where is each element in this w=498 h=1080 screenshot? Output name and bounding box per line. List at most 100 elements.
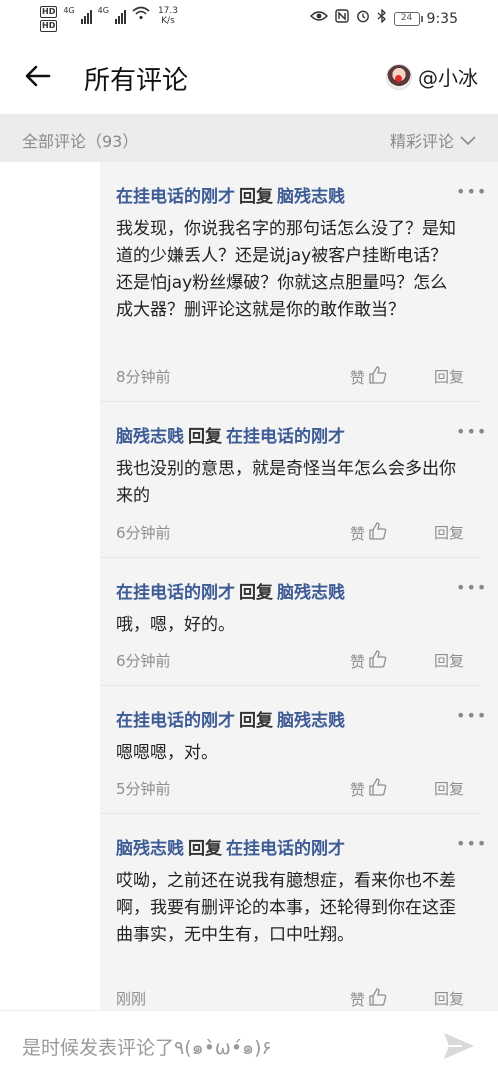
- like-button[interactable]: 赞: [350, 778, 387, 800]
- reply-item: 在挂电话的刚才 回复 脑残志贱 ••• 我发现，你说我名字的那句话怎么没了？是知道的…: [100, 162, 486, 402]
- reply-verb: 回复: [239, 583, 273, 603]
- thread-gutter: [0, 162, 100, 1010]
- signal-icon: [80, 6, 92, 24]
- like-button[interactable]: 赞: [350, 522, 387, 544]
- reply-text: 哎呦，之前还在说我有臆想症，看来你也不差啊，我要有删评论的本事，还轮得到你在这歪…: [116, 871, 456, 945]
- like-label[interactable]: 赞: [350, 989, 365, 1010]
- status-left: HD HD 4G 4G 17.3 K/s: [40, 6, 178, 32]
- reply-author[interactable]: 在挂电话的刚才: [116, 187, 235, 207]
- like-label[interactable]: 赞: [350, 779, 365, 800]
- sort-label[interactable]: 精彩评论: [390, 128, 454, 152]
- nfc-icon: [334, 9, 349, 28]
- reply-button[interactable]: 回复: [434, 522, 464, 543]
- reply-target[interactable]: 在挂电话的刚才: [226, 427, 345, 447]
- reply-button[interactable]: 回复: [434, 778, 464, 799]
- comment-input[interactable]: 是时候发表评论了٩(๑•̀ω•́๑)۶: [22, 1033, 422, 1063]
- reply-button[interactable]: 回复: [434, 650, 464, 671]
- net-speed: 17.3 K/s: [158, 6, 178, 26]
- reply-time: 刚刚: [116, 990, 147, 1008]
- like-button[interactable]: 赞: [350, 988, 387, 1010]
- hd-badge: HD: [40, 6, 58, 18]
- reply-author[interactable]: 在挂电话的刚才: [116, 583, 235, 603]
- reply-footer: 刚刚 赞 回复: [116, 988, 464, 1010]
- status-bar: HD HD 4G 4G 17.3 K/s 24 9:35: [0, 0, 498, 38]
- reply-target[interactable]: 脑残志贱: [277, 711, 345, 731]
- more-options-icon[interactable]: •••: [456, 578, 486, 598]
- reply-text: 哦，嗯，好的。: [116, 615, 235, 635]
- reply-header: 在挂电话的刚才 回复 脑残志贱: [116, 706, 345, 731]
- bluetooth-icon: [377, 8, 387, 28]
- reply-text: 嗯嗯嗯，对。: [116, 743, 218, 763]
- reply-button[interactable]: 回复: [434, 366, 464, 387]
- thumbs-up-icon[interactable]: [369, 522, 387, 544]
- eye-icon: [309, 10, 328, 27]
- thumbs-up-icon[interactable]: [369, 988, 387, 1010]
- comment-filter-bar: 全部评论（93） 精彩评论: [0, 114, 498, 162]
- reply-item: 脑残志贱 回复 在挂电话的刚才 ••• 哎呦，之前还在说我有臆想症，看来你也不差啊，…: [100, 814, 486, 1010]
- chevron-down-icon: [460, 131, 476, 150]
- reply-footer: 6分钟前 赞 回复: [116, 650, 464, 672]
- reply-author[interactable]: 在挂电话的刚才: [116, 711, 235, 731]
- reply-button[interactable]: 回复: [434, 988, 464, 1009]
- reply-item: 在挂电话的刚才 回复 脑残志贱 ••• 嗯嗯嗯，对。 5分钟前 赞 回复: [100, 686, 486, 814]
- reply-header: 脑残志贱 回复 在挂电话的刚才: [116, 834, 345, 859]
- like-button[interactable]: 赞: [350, 366, 387, 388]
- page-title: 所有评论: [84, 66, 189, 96]
- reply-header: 在挂电话的刚才 回复 脑残志贱: [116, 182, 345, 207]
- like-label[interactable]: 赞: [350, 367, 365, 388]
- more-options-icon[interactable]: •••: [456, 422, 486, 442]
- reply-text: 我发现，你说我名字的那句话怎么没了？是知道的少嫌丢人？还是说jay被客户挂断电话…: [116, 219, 456, 320]
- reply-time: 6分钟前: [116, 524, 171, 542]
- reply-verb: 回复: [239, 187, 273, 207]
- reply-target[interactable]: 脑残志贱: [277, 583, 345, 603]
- more-options-icon[interactable]: •••: [456, 834, 486, 854]
- comment-thread: 在挂电话的刚才 回复 脑残志贱 ••• 我发现，你说我名字的那句话怎么没了？是知道的…: [0, 162, 498, 1010]
- back-arrow-icon[interactable]: [22, 60, 54, 92]
- signal-type-2: 4G: [97, 6, 109, 15]
- reply-header: 在挂电话的刚才 回复 脑残志贱: [116, 578, 345, 603]
- signal-icon-2: [114, 6, 126, 24]
- more-options-icon[interactable]: •••: [456, 706, 486, 726]
- like-label[interactable]: 赞: [350, 523, 365, 544]
- like-label[interactable]: 赞: [350, 651, 365, 672]
- signal-type-1: 4G: [63, 6, 75, 15]
- more-options-icon[interactable]: •••: [456, 182, 486, 202]
- avatar[interactable]: [386, 63, 412, 90]
- thumbs-up-icon[interactable]: [369, 778, 387, 800]
- reply-list: 在挂电话的刚才 回复 脑残志贱 ••• 我发现，你说我名字的那句话怎么没了？是知道的…: [100, 162, 498, 1010]
- like-button[interactable]: 赞: [350, 650, 387, 672]
- hd-badge-2: HD: [40, 20, 58, 32]
- sort-dropdown[interactable]: 精彩评论: [390, 128, 476, 152]
- wifi-icon: [132, 6, 150, 25]
- reply-item: 在挂电话的刚才 回复 脑残志贱 ••• 哦，嗯，好的。 6分钟前 赞 回复: [100, 558, 486, 686]
- reply-verb: 回复: [188, 839, 222, 859]
- clock: 9:35: [426, 10, 458, 27]
- send-icon[interactable]: [442, 1031, 476, 1061]
- reply-author[interactable]: 脑残志贱: [116, 427, 184, 447]
- reply-item: 脑残志贱 回复 在挂电话的刚才 ••• 我也没别的意思，就是奇怪当年怎么会多出你来的…: [100, 402, 486, 558]
- app-header: 所有评论 @小冰: [0, 38, 498, 114]
- reply-time: 8分钟前: [116, 368, 171, 386]
- speed-value: 17.3: [157, 6, 178, 16]
- thumbs-up-icon[interactable]: [369, 366, 387, 388]
- reply-target[interactable]: 脑残志贱: [277, 187, 345, 207]
- reply-text: 我也没别的意思，就是奇怪当年怎么会多出你来的: [116, 459, 456, 506]
- reply-footer: 8分钟前 赞 回复: [116, 366, 464, 388]
- all-comments-count: 全部评论（93）: [22, 132, 139, 151]
- reply-footer: 5分钟前 赞 回复: [116, 778, 464, 800]
- thumbs-up-icon[interactable]: [369, 650, 387, 672]
- alarm-icon: [356, 9, 370, 28]
- reply-verb: 回复: [188, 427, 222, 447]
- reply-author[interactable]: 脑残志贱: [116, 839, 184, 859]
- reply-time: 6分钟前: [116, 652, 171, 670]
- comment-composer: 是时候发表评论了٩(๑•̀ω•́๑)۶: [0, 1010, 498, 1080]
- reply-header: 脑残志贱 回复 在挂电话的刚才: [116, 422, 345, 447]
- reply-time: 5分钟前: [116, 780, 171, 798]
- username[interactable]: @小冰: [418, 62, 478, 91]
- reply-target[interactable]: 在挂电话的刚才: [226, 839, 345, 859]
- current-user[interactable]: @小冰: [386, 62, 478, 91]
- reply-footer: 6分钟前 赞 回复: [116, 522, 464, 544]
- battery-icon: 24: [393, 11, 423, 26]
- speed-unit: K/s: [161, 16, 175, 26]
- status-right: 24 9:35: [309, 8, 458, 28]
